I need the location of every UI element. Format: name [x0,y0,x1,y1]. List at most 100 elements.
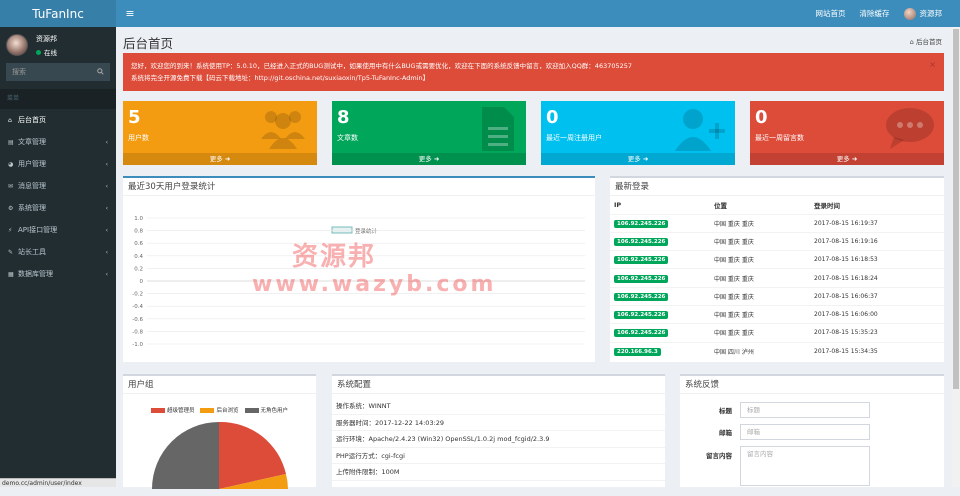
ip-badge: 106.92.245.226 [614,274,669,283]
avatar [6,34,28,56]
ip-badge: 106.92.245.226 [614,292,669,301]
sidebar: 资源邦 在线 搜索 菜单 ⌂ 后台首页 ▤ 文章管理 ‹ ◕ 用户管理 ‹ ✉ 消息管理 ‹ ⚙ 系统管… [0,27,116,487]
pie-legend-item[interactable]: 无角色用户 [244,406,288,414]
search-icon[interactable] [97,67,104,77]
chart-ytick-label: -0.8 [132,329,143,335]
stat-box-0: 5 用户数 更多 ➜ [123,101,317,165]
col-header-ip: IP [614,200,622,209]
pie-legend-item[interactable]: 超级管理员 [150,406,194,414]
sidebar-item-0[interactable]: ⌂ 后台首页 [0,109,116,131]
sidebar-user-name: 资源邦 [36,34,57,43]
stat-label: 用户数 [128,134,149,142]
stat-more-link[interactable]: 更多 ➜ [123,153,317,165]
users-icon [257,105,309,155]
ip-badge: 106.92.245.226 [614,311,669,320]
hamburger-icon[interactable]: ≡ [120,7,140,20]
chart-panel-title: 最近30天用户登录统计 [123,178,595,196]
stat-more-link[interactable]: 更多 ➜ [541,153,735,165]
sidebar-item-label: 消息管理 [18,182,46,190]
user-menu-name: 资源邦 [919,8,943,18]
login-time-cell: 2017-08-15 16:19:37 [810,213,944,233]
sysconfig-title: 系统配置 [332,376,665,394]
user-menu[interactable]: 资源邦 [903,7,943,20]
login-ip-cell: 106.92.245.226 [610,231,710,251]
sidebar-item-label: API接口管理 [18,226,58,234]
menu-section-header: 菜单 [0,89,116,109]
sidebar-item-7[interactable]: ▦ 数据库管理 ‹ [0,263,116,285]
logins-title: 最新登录 [610,178,944,196]
arrow-circle-right-icon: ➜ [433,155,440,163]
top-navbar: ≡ 网站首页 清除缓存 资源邦 [116,0,960,27]
chart-ytick-label: -1.0 [132,342,143,348]
table-row: 106.92.245.226 中国 重庆 重庆 2017-08-15 16:19:1… [610,231,944,251]
feedback-email-input[interactable]: 邮箱 [740,424,870,440]
login-ip-cell: 106.92.245.226 [610,250,710,269]
feedback-title: 系统反馈 [680,376,944,394]
ip-badge: 220.166.96.3 [614,347,661,356]
sidebar-item-label: 用户管理 [18,160,46,168]
welcome-alert: 您好，欢迎您的到来！系统使用TP：5.0.10，已经进入正式的BUG测试中，如果… [123,53,944,91]
feedback-title-input[interactable]: 标题 [740,402,870,418]
sysconfig-row: 上传附件限制：100M [332,464,665,481]
breadcrumb-item[interactable]: 后台首页 [916,38,942,46]
feedback-panel: 系统反馈 标题 标题 邮箱 邮箱 留言内容 留言内容 [680,374,944,487]
feedback-content-textarea[interactable]: 留言内容 [740,446,870,486]
chat-icon [884,105,936,155]
sidebar-search-input[interactable]: 搜索 [6,63,110,81]
database-icon: ▦ [8,270,14,278]
chart-ytick-label: 0.4 [134,254,143,260]
online-status: 在线 [36,47,57,57]
chevron-left-icon: ‹ [105,270,108,278]
stat-more-link[interactable]: 更多 ➜ [750,153,944,165]
search-placeholder: 搜索 [12,68,26,76]
legend-swatch [200,408,215,413]
chart-ytick-label: -0.2 [132,292,143,298]
arrow-circle-right-icon: ➜ [642,155,649,163]
alert-line-2[interactable]: 系统将完全开源免费下载【码云下载地址：http://git.oschina.ne… [131,72,936,84]
sidebar-item-6[interactable]: ✎ 站长工具 ‹ [0,241,116,263]
users-icon: ◕ [8,160,14,168]
more-text: 更多 [209,155,223,163]
feedback-email-label: 邮箱 [719,429,732,437]
scrollbar-thumb[interactable] [953,29,959,389]
login-time-cell: 2017-08-15 16:18:24 [810,268,944,288]
login-ip-cell: 106.92.245.226 [610,213,710,233]
pie-legend-item[interactable]: 后台浏览 [200,406,239,414]
table-row: 106.92.245.226 中国 重庆 重庆 2017-08-15 16:18:5… [610,250,944,269]
page-scrollbar[interactable] [952,27,960,487]
chart-ytick-label: 0 [140,279,144,285]
watermark-url: www.wazyb.com [252,272,497,297]
clear-cache-link[interactable]: 清除缓存 [860,8,890,19]
login-location-cell: 中国 四川 泸州 [710,341,810,361]
sidebar-item-5[interactable]: ⚡ API接口管理 ‹ [0,219,116,241]
stat-box-3: 0 最近一周留言数 更多 ➜ [750,101,944,165]
app-logo[interactable]: TuFanInc [0,0,116,27]
sidebar-item-4[interactable]: ⚙ 系统管理 ‹ [0,197,116,219]
breadcrumb[interactable]: ⌂ 后台首页 [910,36,942,46]
sidebar-menu: ⌂ 后台首页 ▤ 文章管理 ‹ ◕ 用户管理 ‹ ✉ 消息管理 ‹ ⚙ 系统管理 ‹ ⚡ API接口管理 ‹ ✎ 站… [0,109,116,285]
close-icon[interactable]: × [929,59,936,71]
home-icon: ⌂ [909,38,914,46]
login-location-cell: 中国 重庆 重庆 [710,268,810,288]
logins-table: IP 位置 登录时间 106.92.245.226 中国 重庆 重庆 2017-08… [610,196,944,361]
sidebar-item-2[interactable]: ◕ 用户管理 ‹ [0,153,116,175]
col-header-time: 登录时间 [814,201,840,210]
status-dot-icon [36,49,41,55]
chevron-left-icon: ‹ [105,226,108,234]
ip-badge: 106.92.245.226 [614,237,669,246]
home-icon: ⌂ [8,116,12,124]
stat-box-2: 0 最近一周注册用户 更多 ➜ [541,101,735,165]
sysconfig-row: 操作系统：WINNT [332,398,665,415]
sidebar-item-label: 数据库管理 [18,270,53,278]
alert-line-1: 您好，欢迎您的到来！系统使用TP：5.0.10，已经进入正式的BUG测试中，如果… [131,62,633,70]
site-home-link[interactable]: 网站首页 [816,8,846,19]
more-text: 更多 [627,155,641,163]
legend-label: 后台浏览 [216,408,239,414]
chevron-left-icon: ‹ [105,248,108,256]
sidebar-item-1[interactable]: ▤ 文章管理 ‹ [0,131,116,153]
sysconfig-row: 服务器时间：2017-12-22 14:03:29 [332,415,665,431]
stat-more-link[interactable]: 更多 ➜ [332,153,526,165]
sysconfig-row: PHP运行方式：cgi-fcgi [332,448,665,464]
sidebar-item-3[interactable]: ✉ 消息管理 ‹ [0,175,116,197]
feedback-title-label: 标题 [719,407,732,415]
